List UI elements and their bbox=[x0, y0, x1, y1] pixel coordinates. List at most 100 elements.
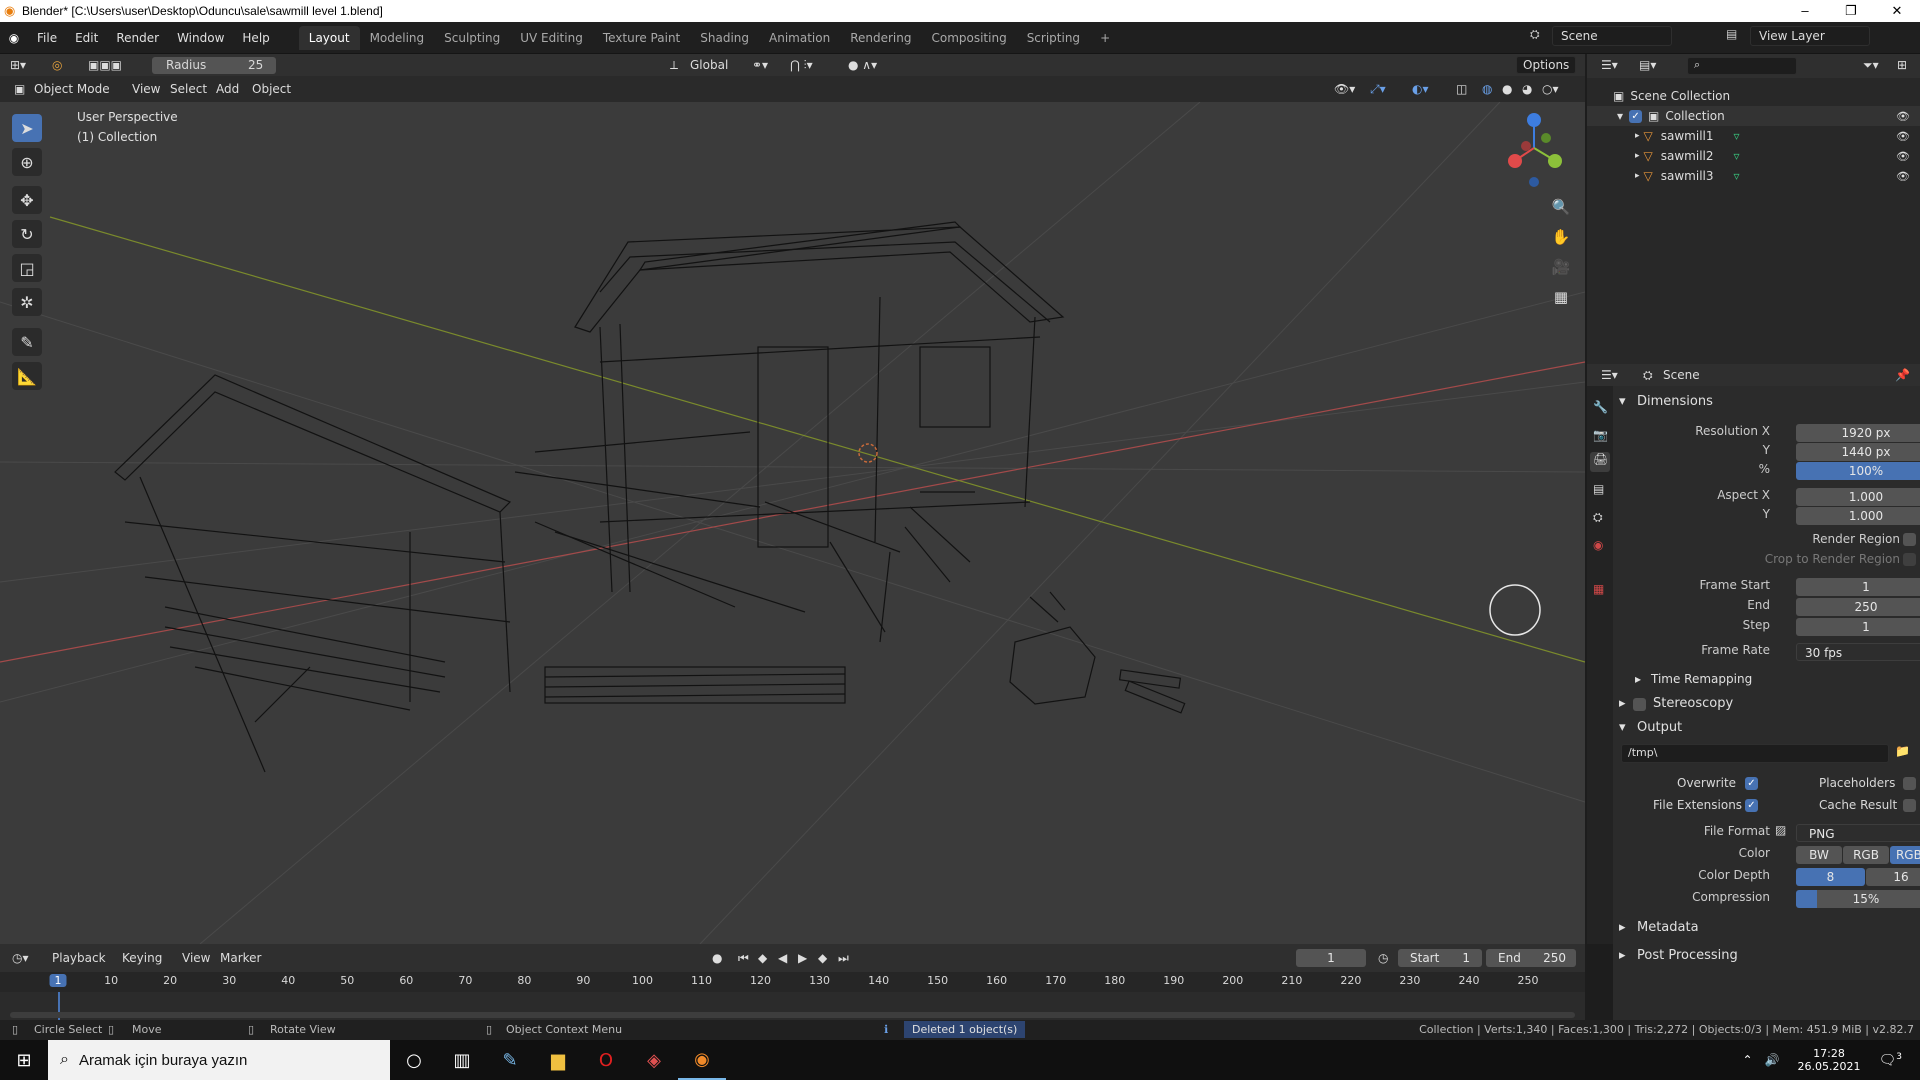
aspect-y-field[interactable]: 1.000 bbox=[1796, 507, 1920, 525]
timeline-scrollbar[interactable] bbox=[10, 1012, 1575, 1018]
mesh-data-icon[interactable]: ▿ bbox=[1734, 129, 1740, 143]
task-view-icon[interactable]: ▥ bbox=[438, 1040, 486, 1080]
blender-menu-icon[interactable]: ◉ bbox=[0, 31, 28, 45]
circle-select-icon[interactable]: ◎ bbox=[52, 54, 62, 76]
material-shading-icon[interactable]: ◕ bbox=[1522, 78, 1532, 100]
add-workspace-icon[interactable]: + bbox=[1090, 26, 1120, 50]
menu-edit[interactable]: Edit bbox=[66, 31, 107, 45]
stereoscopy-expand-icon[interactable]: ▸ bbox=[1619, 696, 1626, 711]
options-dropdown[interactable]: Options bbox=[1516, 56, 1577, 74]
tab-compositing[interactable]: Compositing bbox=[921, 26, 1016, 50]
camera-view-icon[interactable]: 🎥 bbox=[1548, 254, 1574, 280]
cortana-icon[interactable]: ○ bbox=[390, 1040, 438, 1080]
dimensions-header[interactable]: Dimensions bbox=[1637, 394, 1713, 409]
output-header[interactable]: Output bbox=[1637, 720, 1682, 735]
outliner-search-input[interactable]: ⌕ bbox=[1687, 57, 1797, 75]
mesh-data-icon[interactable]: ▿ bbox=[1734, 169, 1740, 183]
tab-rendering[interactable]: Rendering bbox=[840, 26, 921, 50]
filter-icon[interactable]: ⏷▾ bbox=[1863, 54, 1879, 76]
tool-tab-icon[interactable]: 🔧 bbox=[1593, 400, 1608, 414]
opera-browser-icon[interactable]: O bbox=[582, 1040, 630, 1080]
depth-16-button[interactable]: 16 bbox=[1866, 868, 1920, 886]
annotate-tool-icon[interactable]: ✎ bbox=[12, 328, 42, 356]
outliner-object-row[interactable]: ▸ ▽ sawmill1 ▿ 👁 bbox=[1587, 126, 1920, 146]
menu-file[interactable]: File bbox=[28, 31, 66, 45]
visibility-icon[interactable]: 👁▾ bbox=[1334, 78, 1355, 100]
menu-playback[interactable]: Playback bbox=[52, 947, 106, 969]
rotate-tool-icon[interactable]: ↻ bbox=[12, 220, 42, 248]
menu-render[interactable]: Render bbox=[107, 31, 168, 45]
res-pct-field[interactable]: 100% bbox=[1796, 462, 1920, 480]
menu-add[interactable]: Add bbox=[216, 78, 239, 100]
pivot-icon[interactable]: ⚭▾ bbox=[752, 54, 768, 76]
res-y-field[interactable]: 1440 px bbox=[1796, 443, 1920, 461]
volume-icon[interactable]: 🔊 bbox=[1765, 1053, 1780, 1067]
orientation-dropdown[interactable]: Global bbox=[690, 54, 728, 76]
collection-checkbox[interactable]: ✓ bbox=[1629, 109, 1643, 123]
metadata-header[interactable]: Metadata bbox=[1637, 920, 1699, 935]
frame-step-field[interactable]: 1 bbox=[1796, 618, 1920, 636]
tab-texture-paint[interactable]: Texture Paint bbox=[593, 26, 690, 50]
tab-modeling[interactable]: Modeling bbox=[360, 26, 435, 50]
output-tab-icon[interactable]: 🖨 bbox=[1590, 452, 1610, 472]
next-keyframe-icon[interactable]: ◆ bbox=[818, 947, 827, 969]
output-expand-icon[interactable]: ▾ bbox=[1619, 720, 1626, 735]
visibility-eye-icon[interactable]: 👁 bbox=[1896, 170, 1910, 183]
file-explorer-icon[interactable]: ▆ bbox=[534, 1040, 582, 1080]
pin-icon[interactable]: 📌 bbox=[1895, 364, 1910, 386]
tab-animation[interactable]: Animation bbox=[759, 26, 840, 50]
view-layer-field[interactable]: View Layer bbox=[1750, 26, 1870, 46]
outliner-editor-icon[interactable]: ☰▾ bbox=[1601, 54, 1618, 76]
properties-editor-icon[interactable]: ☰▾ bbox=[1601, 364, 1618, 386]
expand-icon[interactable]: ▾ bbox=[1617, 109, 1623, 123]
render-tab-icon[interactable]: 📷 bbox=[1593, 428, 1608, 442]
world-tab-icon[interactable]: ◉ bbox=[1593, 538, 1603, 552]
scene-tab-icon[interactable]: ⛭ bbox=[1593, 510, 1603, 525]
select-tool-icon[interactable]: ➤ bbox=[12, 114, 42, 142]
view-layer-icon[interactable]: ▤ bbox=[1726, 27, 1737, 41]
visibility-eye-icon[interactable]: 👁 bbox=[1896, 150, 1910, 163]
crop-region-checkbox[interactable] bbox=[1903, 553, 1916, 566]
transform-tool-icon[interactable]: ✲ bbox=[12, 288, 42, 316]
frame-rate-dropdown[interactable]: 30 fps bbox=[1796, 643, 1920, 661]
visibility-eye-icon[interactable]: 👁 bbox=[1896, 130, 1910, 143]
editor-type-icon[interactable]: ⊞▾ bbox=[10, 54, 26, 76]
overlay-icon[interactable]: ◐▾ bbox=[1412, 78, 1429, 100]
menu-window[interactable]: Window bbox=[168, 31, 233, 45]
tab-scripting[interactable]: Scripting bbox=[1017, 26, 1090, 50]
color-rgb-button[interactable]: RGB bbox=[1843, 846, 1889, 864]
depth-8-button[interactable]: 8 bbox=[1796, 868, 1865, 886]
cursor-tool-icon[interactable]: ⊕ bbox=[12, 148, 42, 176]
scale-tool-icon[interactable]: ◲ bbox=[12, 254, 42, 282]
dimensions-expand-icon[interactable]: ▾ bbox=[1619, 394, 1626, 409]
new-collection-icon[interactable]: ⊞ bbox=[1897, 54, 1907, 76]
tab-sculpting[interactable]: Sculpting bbox=[434, 26, 510, 50]
mesh-data-icon[interactable]: ▿ bbox=[1734, 149, 1740, 163]
taskbar-clock[interactable]: 17:28 26.05.2021 bbox=[1798, 1047, 1861, 1073]
post-processing-header[interactable]: Post Processing bbox=[1637, 948, 1738, 963]
app-red-icon[interactable]: ◈ bbox=[630, 1040, 678, 1080]
end-frame-field[interactable]: End 250 bbox=[1486, 949, 1576, 967]
prev-keyframe-icon[interactable]: ◆ bbox=[758, 947, 767, 969]
record-icon[interactable]: ● bbox=[712, 947, 722, 969]
proportional-icon[interactable]: ● ∧▾ bbox=[848, 54, 877, 76]
play-reverse-icon[interactable]: ◀ bbox=[778, 947, 787, 969]
jump-start-icon[interactable]: ⏮ bbox=[738, 947, 749, 969]
menu-keying[interactable]: Keying bbox=[122, 947, 162, 969]
play-icon[interactable]: ▶ bbox=[798, 947, 807, 969]
file-format-dropdown[interactable]: PNG bbox=[1796, 824, 1920, 842]
file-extensions-checkbox[interactable]: ✓ bbox=[1745, 799, 1758, 812]
paint-app-icon[interactable]: ✎ bbox=[486, 1040, 534, 1080]
expand-icon[interactable]: ▸ bbox=[1635, 171, 1640, 181]
navigation-gizmo[interactable] bbox=[1498, 110, 1578, 190]
menu-marker[interactable]: Marker bbox=[220, 947, 261, 969]
res-x-field[interactable]: 1920 px bbox=[1796, 424, 1920, 442]
frame-end-field[interactable]: 250 bbox=[1796, 598, 1920, 616]
snap-icon[interactable]: ⋂ ⫶▾ bbox=[790, 54, 813, 76]
post-processing-expand-icon[interactable]: ▸ bbox=[1619, 948, 1626, 963]
time-remapping-expand-icon[interactable]: ▸ bbox=[1635, 672, 1641, 686]
timeline-editor-icon[interactable]: ◷▾ bbox=[12, 947, 29, 969]
overwrite-checkbox[interactable]: ✓ bbox=[1745, 777, 1758, 790]
tab-layout[interactable]: Layout bbox=[298, 25, 360, 50]
ortho-grid-icon[interactable]: ▦ bbox=[1548, 284, 1574, 310]
